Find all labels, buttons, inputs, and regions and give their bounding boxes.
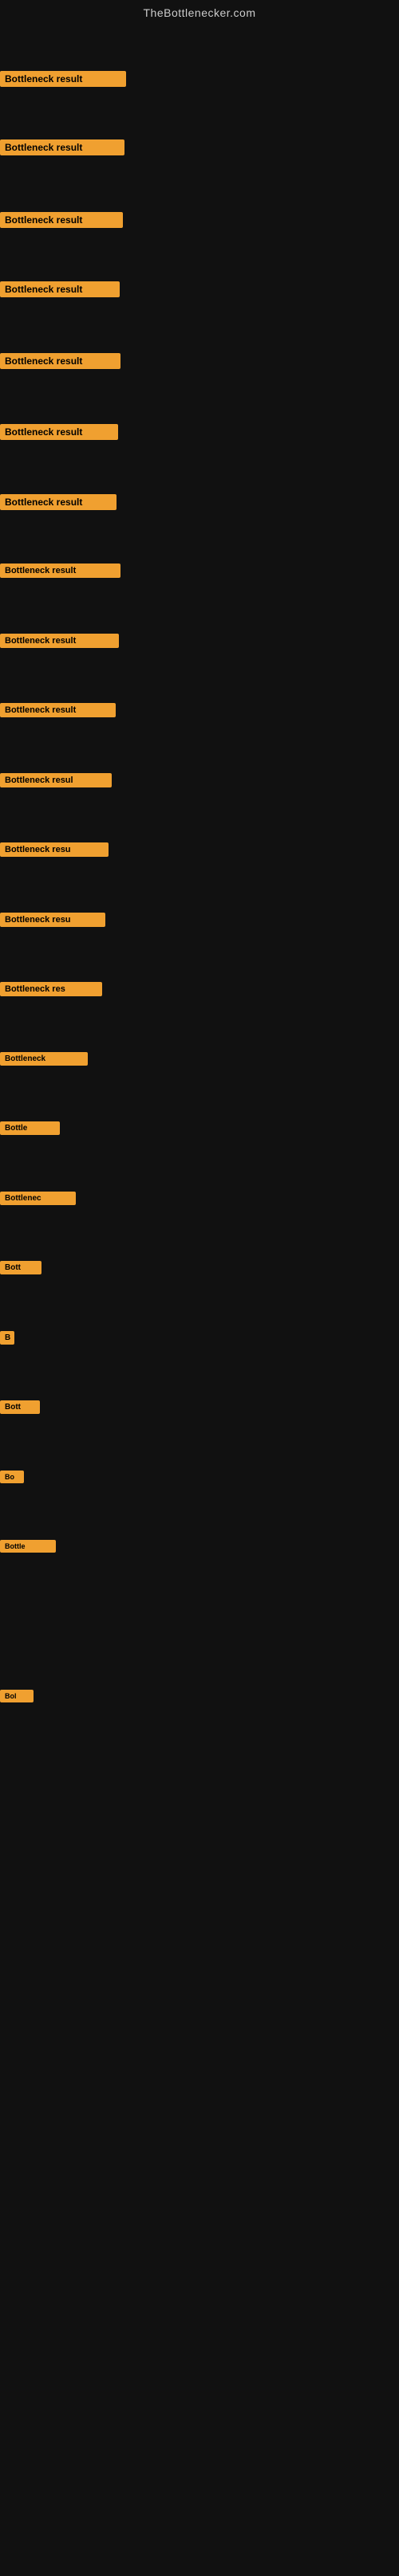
bottleneck-result-row-7: Bottleneck result <box>0 494 117 514</box>
site-title: TheBottlenecker.com <box>0 0 399 26</box>
bottleneck-result-row-5: Bottleneck result <box>0 353 120 373</box>
bottleneck-result-row-20: Bott <box>0 1400 40 1418</box>
bottleneck-result-row-11: Bottleneck resul <box>0 773 112 791</box>
bottleneck-badge-18[interactable]: Bott <box>0 1261 41 1274</box>
bottleneck-result-row-21: Bo <box>0 1471 24 1487</box>
bottleneck-badge-6[interactable]: Bottleneck result <box>0 424 118 440</box>
bottleneck-badge-19[interactable]: B <box>0 1331 14 1345</box>
bottleneck-result-row-10: Bottleneck result <box>0 703 116 721</box>
bottleneck-badge-9[interactable]: Bottleneck result <box>0 634 119 648</box>
bottleneck-badge-23[interactable]: Bol <box>0 1690 34 1702</box>
bottleneck-badge-21[interactable]: Bo <box>0 1471 24 1483</box>
bottleneck-badge-12[interactable]: Bottleneck resu <box>0 842 109 857</box>
bottleneck-result-row-8: Bottleneck result <box>0 564 120 582</box>
bottleneck-result-row-15: Bottleneck <box>0 1052 88 1070</box>
bottleneck-result-row-6: Bottleneck result <box>0 424 118 444</box>
bottleneck-badge-20[interactable]: Bott <box>0 1400 40 1414</box>
bottleneck-badge-2[interactable]: Bottleneck result <box>0 139 124 155</box>
bottleneck-badge-5[interactable]: Bottleneck result <box>0 353 120 369</box>
bottleneck-badge-3[interactable]: Bottleneck result <box>0 212 123 228</box>
bottleneck-result-row-1: Bottleneck result <box>0 71 126 91</box>
bottleneck-badge-7[interactable]: Bottleneck result <box>0 494 117 510</box>
bottleneck-badge-8[interactable]: Bottleneck result <box>0 564 120 578</box>
bottleneck-badge-1[interactable]: Bottleneck result <box>0 71 126 87</box>
bottleneck-result-row-16: Bottle <box>0 1121 60 1139</box>
bottleneck-badge-14[interactable]: Bottleneck res <box>0 982 102 996</box>
bottleneck-result-row-18: Bott <box>0 1261 41 1278</box>
bottleneck-badge-11[interactable]: Bottleneck resul <box>0 773 112 787</box>
bottleneck-badge-16[interactable]: Bottle <box>0 1121 60 1135</box>
bottleneck-result-row-23: Bol <box>0 1690 34 1706</box>
bottleneck-badge-13[interactable]: Bottleneck resu <box>0 913 105 927</box>
bottleneck-result-row-13: Bottleneck resu <box>0 913 105 931</box>
bottleneck-result-row-2: Bottleneck result <box>0 139 124 159</box>
bottleneck-result-row-22: Bottle <box>0 1540 56 1557</box>
bottleneck-result-row-14: Bottleneck res <box>0 982 102 1000</box>
bottleneck-result-row-4: Bottleneck result <box>0 281 120 301</box>
bottleneck-result-row-3: Bottleneck result <box>0 212 123 232</box>
bottleneck-badge-22[interactable]: Bottle <box>0 1540 56 1553</box>
bottleneck-badge-4[interactable]: Bottleneck result <box>0 281 120 297</box>
bottleneck-result-row-17: Bottlenec <box>0 1192 76 1209</box>
bottleneck-result-row-12: Bottleneck resu <box>0 842 109 861</box>
bottleneck-result-row-19: B <box>0 1331 14 1349</box>
bottleneck-badge-15[interactable]: Bottleneck <box>0 1052 88 1066</box>
bottleneck-result-row-9: Bottleneck result <box>0 634 119 652</box>
bottleneck-badge-17[interactable]: Bottlenec <box>0 1192 76 1205</box>
bottleneck-badge-10[interactable]: Bottleneck result <box>0 703 116 717</box>
